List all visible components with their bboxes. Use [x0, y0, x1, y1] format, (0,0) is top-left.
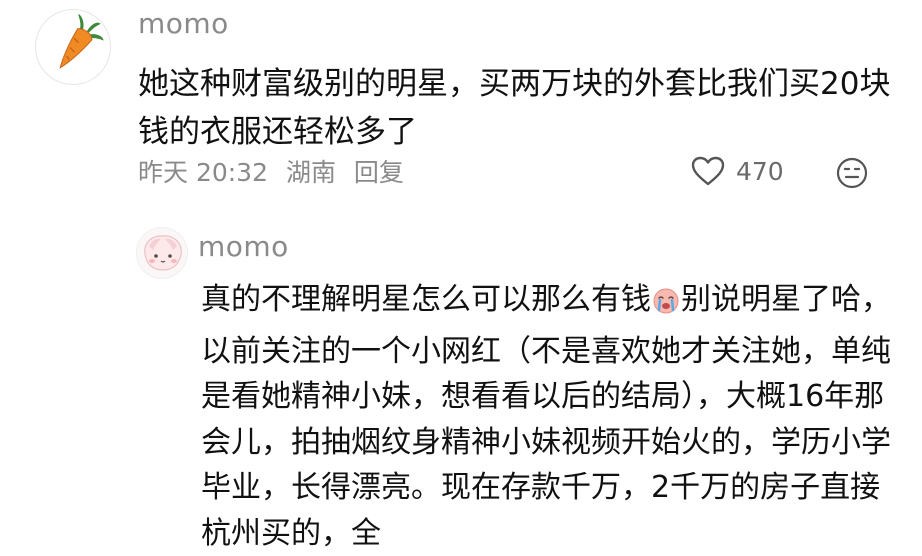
like-count: 470: [736, 156, 784, 186]
reply-user-avatar[interactable]: [136, 227, 188, 279]
cute-character-avatar: [137, 228, 187, 278]
emoji-react-button[interactable]: [835, 156, 869, 194]
heart-outline-icon: [691, 156, 725, 186]
comment-location: 湖南: [285, 158, 336, 187]
reply-text-part2: 别说明星了哈，以前关注的一个小网红（不是喜欢她才关注她，单纯是看她精神小妹，想看…: [201, 282, 891, 551]
carrot-icon: [59, 14, 104, 69]
comment-meta: 昨天 20:32 湖南 回复: [138, 157, 414, 189]
reply-button[interactable]: 回复: [354, 158, 404, 187]
crying-face-emoji: [651, 283, 681, 329]
comment-username[interactable]: momo: [138, 8, 229, 40]
reply-text: 真的不理解明星怎么可以那么有钱 别说明星了哈，以前关注的一个小网红（不是喜欢她才关…: [201, 277, 891, 556]
user-avatar[interactable]: [35, 9, 111, 85]
like-button[interactable]: 470: [690, 155, 784, 187]
reply-text-part1: 真的不理解明星怎么可以那么有钱: [201, 282, 651, 317]
comment-text: 她这种财富级别的明星，买两万块的外套比我们买20块钱的衣服还轻松多了: [138, 66, 891, 150]
comment-time: 昨天 20:32: [138, 158, 268, 187]
reply-username[interactable]: momo: [198, 231, 289, 263]
emoji-face-icon: [836, 157, 868, 189]
